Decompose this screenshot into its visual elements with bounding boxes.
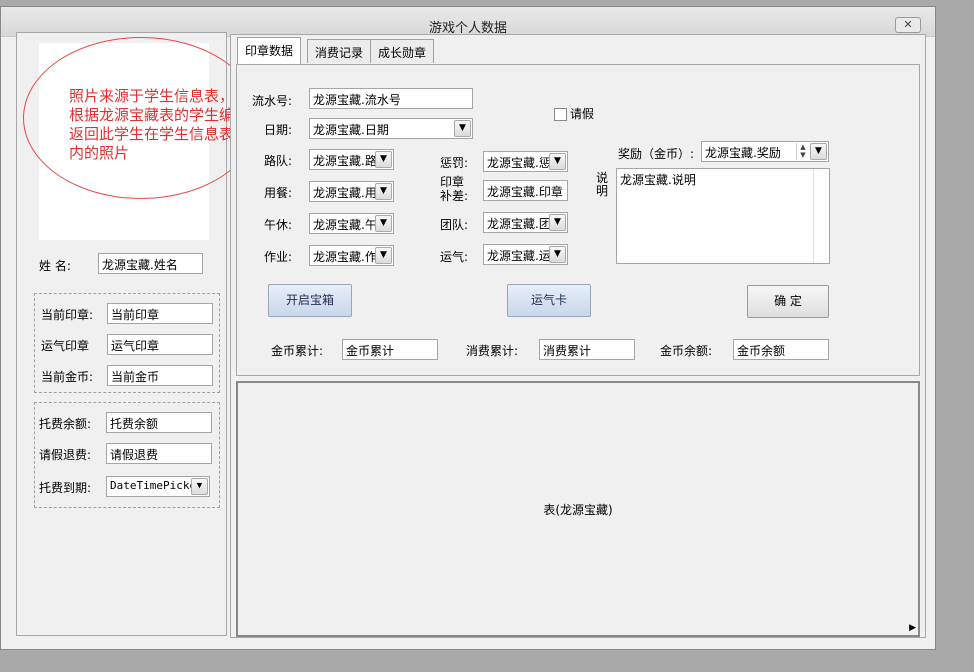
gold-balance-field[interactable]: 金币余额 xyxy=(733,339,829,360)
spend-total-field[interactable]: 消费累计 xyxy=(539,339,635,360)
fee-balance-label: 托费余额: xyxy=(39,417,92,431)
current-gold-label: 当前金币: xyxy=(41,370,94,384)
current-stamp-label: 当前印章: xyxy=(41,308,94,322)
luck-stamp-label: 运气印章 xyxy=(41,339,90,353)
chevron-down-icon[interactable]: ▼ xyxy=(454,120,471,137)
penalty-select[interactable]: 龙源宝藏.惩 ▼ xyxy=(483,151,568,172)
route-team-value: 龙源宝藏.路 xyxy=(313,154,377,168)
leave-refund-field[interactable]: 请假退费 xyxy=(106,443,212,464)
left-panel: 照片来源于学生信息表， 根据龙源宝藏表的学生编号 返回此学生在学生信息表 内的照… xyxy=(16,32,259,636)
chevron-down-icon[interactable]: ▼ xyxy=(549,214,566,231)
close-button[interactable]: ✕ xyxy=(895,17,921,33)
current-gold-field[interactable]: 当前金币 xyxy=(107,365,213,386)
leave-label: 请假 xyxy=(570,107,595,121)
spin-arrows-icon[interactable]: ▲ ▼ xyxy=(796,143,809,160)
penalty-value: 龙源宝藏.惩 xyxy=(487,156,551,170)
confirm-button[interactable]: 确 定 xyxy=(747,285,829,318)
chevron-down-icon[interactable]: ▼ xyxy=(375,247,392,264)
date-value: 龙源宝藏.日期 xyxy=(313,123,389,137)
reward-spinner[interactable]: 龙源宝藏.奖励 ▲ ▼ ▼ xyxy=(701,141,829,162)
serial-field[interactable]: 龙源宝藏.流水号 xyxy=(309,88,473,109)
fee-due-datepicker[interactable]: DateTimePicker ▼ xyxy=(106,476,210,497)
nap-value: 龙源宝藏.午 xyxy=(313,218,377,232)
homework-select[interactable]: 龙源宝藏.作 ▼ xyxy=(309,245,394,266)
current-stamp-field[interactable]: 当前印章 xyxy=(107,303,213,324)
fee-due-value: DateTimePicker xyxy=(110,479,203,492)
homework-value: 龙源宝藏.作 xyxy=(313,250,377,264)
chevron-down-icon[interactable]: ▼ xyxy=(375,183,392,200)
fee-balance-field[interactable]: 托费余额 xyxy=(106,412,212,433)
team-value: 龙源宝藏.团 xyxy=(487,217,551,231)
gold-total-field[interactable]: 金币累计 xyxy=(342,339,438,360)
treasure-data-grid[interactable]: 表(龙源宝藏) ▶ xyxy=(236,381,920,637)
tab-stamp-data[interactable]: 印章数据 xyxy=(237,37,302,64)
stamp-adjust-label: 印章 补差: xyxy=(440,175,469,203)
tab-growth-medals[interactable]: 成长勋章 xyxy=(370,39,435,63)
name-field[interactable]: 龙源宝藏.姓名 xyxy=(98,253,203,274)
date-picker[interactable]: 龙源宝藏.日期 ▼ xyxy=(309,118,473,139)
homework-label: 作业: xyxy=(264,250,293,264)
leave-refund-label: 请假退费: xyxy=(39,448,92,462)
chevron-down-icon[interactable]: ▼ xyxy=(549,153,566,170)
leave-checkbox[interactable] xyxy=(554,108,567,121)
reward-value: 龙源宝藏.奖励 xyxy=(705,146,781,160)
serial-label: 流水号: xyxy=(252,94,293,108)
team-select[interactable]: 龙源宝藏.团 ▼ xyxy=(483,212,568,233)
route-team-select[interactable]: 龙源宝藏.路 ▼ xyxy=(309,149,394,170)
team-label: 团队: xyxy=(440,218,469,232)
meal-select[interactable]: 龙源宝藏.用 ▼ xyxy=(309,181,394,202)
meal-label: 用餐: xyxy=(264,186,293,200)
spend-total-label: 消费累计: xyxy=(466,344,519,358)
luck-label: 运气: xyxy=(440,250,469,264)
description-label: 说 明 xyxy=(596,171,609,198)
stamp-adjust-field[interactable]: 龙源宝藏.印章 xyxy=(483,180,568,201)
tab-container: 印章数据 消费记录 成长勋章 流水号: 龙源宝藏.流水号 日期: 龙源宝藏.日期… xyxy=(230,34,926,638)
grid-caption: 表(龙源宝藏) xyxy=(543,503,613,517)
fee-due-label: 托费到期: xyxy=(39,481,92,495)
date-label: 日期: xyxy=(264,123,293,137)
chevron-down-icon[interactable]: ▼ xyxy=(191,478,208,495)
chevron-down-icon[interactable]: ▼ xyxy=(375,215,392,232)
route-team-label: 路队: xyxy=(264,154,293,168)
luck-card-button[interactable]: 运气卡 xyxy=(507,284,591,317)
nap-label: 午休: xyxy=(264,218,293,232)
penalty-label: 惩罚: xyxy=(440,156,469,170)
reward-label: 奖励（金币）: xyxy=(618,147,695,161)
chevron-down-icon[interactable]: ▼ xyxy=(810,143,827,160)
chevron-down-icon[interactable]: ▼ xyxy=(375,151,392,168)
name-label: 姓 名: xyxy=(39,259,71,273)
luck-stamp-field[interactable]: 运气印章 xyxy=(107,334,213,355)
nap-select[interactable]: 龙源宝藏.午 ▼ xyxy=(309,213,394,234)
description-scrollbar[interactable] xyxy=(813,169,829,263)
open-treasure-box-button[interactable]: 开启宝箱 xyxy=(268,284,352,317)
luck-select[interactable]: 龙源宝藏.运 ▼ xyxy=(483,244,568,265)
gold-total-label: 金币累计: xyxy=(271,344,324,358)
tab-page-stamp-data: 流水号: 龙源宝藏.流水号 日期: 龙源宝藏.日期 ▼ 请假 路队: 龙源宝藏.… xyxy=(236,64,920,376)
description-value: 龙源宝藏.说明 xyxy=(620,173,696,187)
gold-balance-label: 金币余额: xyxy=(660,344,713,358)
chevron-down-icon[interactable]: ▼ xyxy=(549,246,566,263)
description-textarea[interactable]: 龙源宝藏.说明 xyxy=(616,168,830,264)
luck-value: 龙源宝藏.运 xyxy=(487,249,551,263)
meal-value: 龙源宝藏.用 xyxy=(313,186,377,200)
tab-spending-records[interactable]: 消费记录 xyxy=(307,39,372,63)
scroll-right-icon[interactable]: ▶ xyxy=(909,623,916,633)
